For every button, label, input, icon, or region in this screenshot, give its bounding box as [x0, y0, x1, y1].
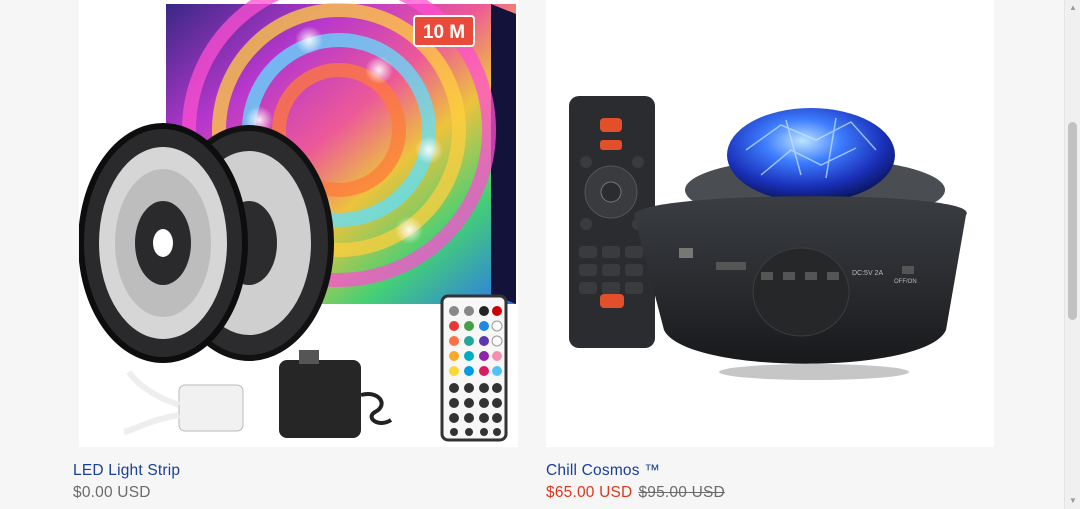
- product-image-chill-cosmos[interactable]: DC:5V 2A OFF/ON: [546, 0, 994, 447]
- box-size-badge: 10 M: [423, 22, 465, 43]
- compare-at-price: $95.00 USD: [638, 484, 725, 501]
- scroll-down-icon[interactable]: ▼: [1065, 495, 1080, 507]
- star-projector-illustration: DC:5V 2A OFF/ON: [569, 96, 967, 380]
- product-image-led-light-strip[interactable]: 10 M: [79, 0, 518, 447]
- page-scrollbar[interactable]: ▲ ▼: [1064, 0, 1080, 509]
- power-switch-label: OFF/ON: [894, 279, 917, 285]
- rgb-remote: [440, 294, 508, 442]
- product-title-link[interactable]: Chill Cosmos ™: [546, 461, 994, 481]
- scroll-up-icon[interactable]: ▲: [1065, 2, 1080, 14]
- scroll-thumb[interactable]: [1068, 122, 1077, 320]
- dc-port-label: DC:5V 2A: [852, 270, 883, 277]
- strip-controller: [123, 370, 244, 435]
- product-grid: 10 M LED Light Strip $0.00 USD DC:5V 2A …: [0, 0, 1064, 509]
- product-card-led-light-strip[interactable]: 10 M LED Light Strip $0.00 USD: [73, 0, 518, 503]
- power-adapter: [279, 350, 393, 438]
- regular-price: $0.00 USD: [73, 484, 151, 501]
- product-card-chill-cosmos[interactable]: DC:5V 2A OFF/ON Chill Cosmos ™ $65.00 US…: [546, 0, 994, 503]
- projector-body: DC:5V 2A OFF/ON: [634, 108, 967, 380]
- sale-price: $65.00 USD: [546, 484, 633, 501]
- product-title-link[interactable]: LED Light Strip: [73, 461, 518, 481]
- led-strip-illustration: 10 M: [79, 0, 516, 442]
- product-price: $0.00 USD: [73, 483, 518, 503]
- product-price: $65.00 USD $95.00 USD: [546, 483, 994, 503]
- strip-reel-front: [79, 123, 248, 363]
